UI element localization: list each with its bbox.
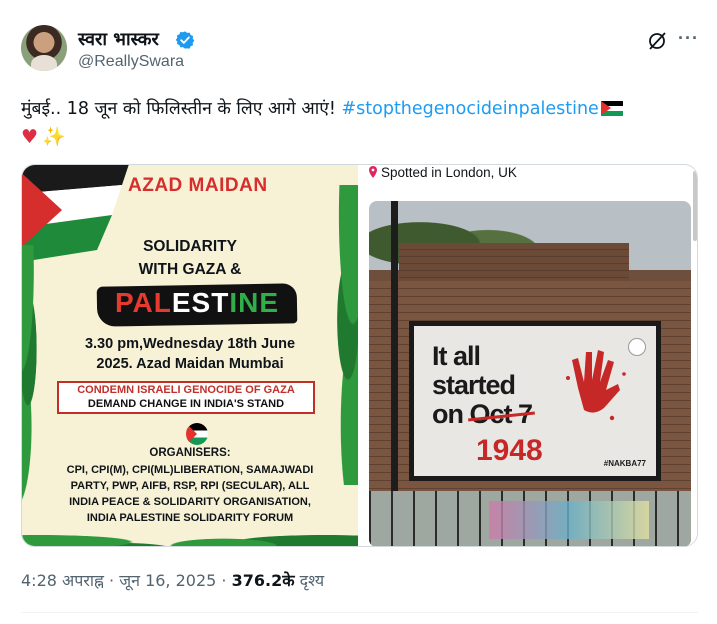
bloody-hand-icon <box>566 350 626 421</box>
billboard-line2: started <box>432 370 516 400</box>
more-icon[interactable]: ··· <box>678 28 699 49</box>
poster-organisers-list: CPI, CPI(M), CPI(ML)LIBERATION, SAMAJWAD… <box>32 462 348 526</box>
poster-pal: PAL <box>114 287 172 318</box>
billboard-line1: It all <box>432 341 481 371</box>
verified-badge-icon[interactable] <box>175 30 195 50</box>
poster-organiser-line: INDIA PEACE & SOLIDARITY ORGANISATION, <box>69 496 311 508</box>
photo-location-text: Spotted in London, UK <box>381 165 517 180</box>
poster-palestine-flag-icon <box>186 423 208 445</box>
billboard-logo-icon <box>628 338 646 356</box>
tweet-text: मुंबई.. 18 जून को फिलिस्तीन के लिए आगे आ… <box>21 95 701 152</box>
tweet-text-main: मुंबई.. 18 जून को फिलिस्तीन के लिए आगे आ… <box>21 99 336 119</box>
billboard-oct: Oct 7 <box>469 399 534 429</box>
poster-image[interactable]: AZAD MAIDAN SOLIDARITY WITH GAZA & PALES… <box>22 165 358 546</box>
billboard-text: It all started on Oct 7 <box>432 341 534 429</box>
poster-organiser-line: CPI, CPI(M), CPI(ML)LIBERATION, SAMAJWAD… <box>66 464 314 476</box>
poster-leaves-decoration <box>318 185 358 485</box>
billboard-on: on <box>432 399 464 429</box>
billboard-hashtag: #NAKBA77 <box>603 459 646 468</box>
billboard: It all started on Oct 7 1948 #NAKBA77 <box>409 321 661 481</box>
poster-time-line2: 2025. Azad Maidan Mumbai <box>96 356 284 372</box>
billboard-line3: on Oct 7 <box>432 399 534 429</box>
poster-ine: INE <box>229 287 280 318</box>
poster-organiser-line: PARTY, PWP, AIFB, RSP, RPI (SECULAR), AL… <box>70 480 310 492</box>
divider <box>21 612 698 613</box>
poster-solidarity-line2: WITH GAZA & <box>138 261 242 278</box>
media-container[interactable]: AZAD MAIDAN SOLIDARITY WITH GAZA & PALES… <box>21 164 698 547</box>
grok-icon[interactable] <box>646 30 668 52</box>
meta-separator: · <box>103 571 120 590</box>
hashtag-link[interactable]: #stopthegenocideinpalestine <box>341 99 598 119</box>
meta-separator: · <box>216 571 232 590</box>
poster-condemn-line1: CONDEMN ISRAELI GENOCIDE OF GAZA <box>77 384 295 396</box>
tweet: स्वरा भास्कर @ReallySwara ··· मुंबई.. 18… <box>0 0 717 624</box>
poster-organiser-line: INDIA PALESTINE SOLIDARITY FORUM <box>86 512 294 524</box>
poster-solidarity-line1: SOLIDARITY <box>143 238 237 255</box>
poster-condemn-line2: DEMAND CHANGE IN INDIA'S STAND <box>87 398 285 410</box>
red-heart-icon: ♥ <box>21 126 39 148</box>
photo-scene: It all started on Oct 7 1948 #NAKBA77 <box>369 201 691 546</box>
billboard-year: 1948 <box>476 434 543 467</box>
poster-palestine-word: PALESTINE <box>97 287 297 319</box>
tweet-date[interactable]: जून 16, 2025 <box>119 571 216 590</box>
views-label: दृश्य <box>294 571 325 590</box>
poster-organisers-label: ORGANISERS: <box>149 447 231 459</box>
views-count: 376.2के <box>231 571 295 590</box>
tweet-time[interactable]: 4:28 अपराह्न <box>21 571 104 590</box>
billboard-photo[interactable]: Spotted in London, UK It all started on … <box>363 165 697 546</box>
palestine-flag-icon <box>600 101 623 116</box>
poster-time-line1: 3.30 pm,Wednesday 18th June <box>84 336 296 352</box>
poster-est: EST <box>171 287 230 318</box>
author-name[interactable]: स्वरा भास्कर <box>78 27 159 51</box>
tweet-metadata: 4:28 अपराह्न · जून 16, 2025 · 376.2के दृ… <box>21 569 324 591</box>
poster-title: AZAD MAIDAN <box>128 175 268 196</box>
pin-icon <box>369 166 377 178</box>
author-handle[interactable]: @ReallySwara <box>78 53 184 71</box>
avatar[interactable] <box>21 25 67 71</box>
photo-location-caption: Spotted in London, UK <box>368 165 517 180</box>
sparkles-icon: ✨ <box>42 126 66 148</box>
scrollbar[interactable] <box>693 171 697 241</box>
graffiti-graphic <box>489 501 649 539</box>
